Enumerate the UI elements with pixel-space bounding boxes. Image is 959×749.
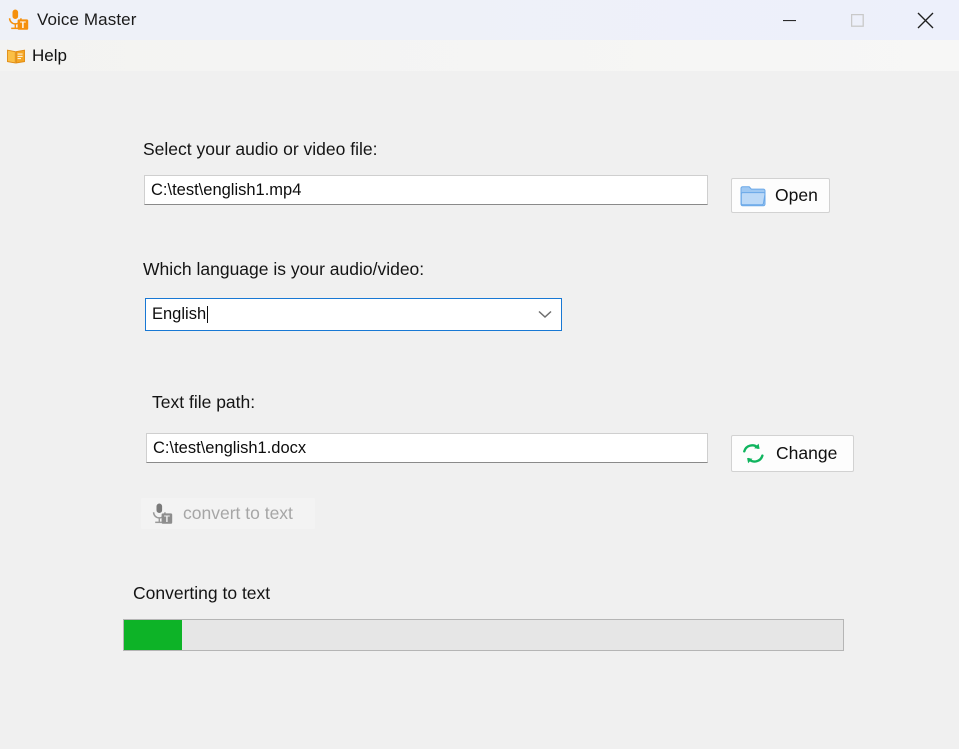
- menu-item-help[interactable]: Help: [0, 40, 75, 71]
- title-bar: T Voice Master: [0, 0, 959, 40]
- text-file-path-input[interactable]: [146, 433, 708, 463]
- convert-to-text-button[interactable]: T convert to text: [140, 497, 316, 530]
- open-button[interactable]: Open: [731, 178, 830, 213]
- close-button[interactable]: [891, 0, 959, 40]
- open-button-label: Open: [775, 185, 818, 206]
- menu-item-label: Help: [32, 46, 67, 66]
- window-title: Voice Master: [37, 10, 136, 30]
- change-button[interactable]: Change: [731, 435, 854, 472]
- language-select-value: English: [152, 305, 206, 324]
- file-path-input[interactable]: [144, 175, 708, 205]
- window-controls: [755, 0, 959, 40]
- svg-text:T: T: [164, 513, 170, 524]
- language-section-label: Which language is your audio/video:: [143, 259, 424, 280]
- microphone-text-icon: T: [149, 501, 175, 527]
- change-button-label: Change: [776, 443, 837, 464]
- progress-bar-fill: [124, 620, 182, 650]
- minimize-button[interactable]: [755, 0, 823, 40]
- conversion-progress-bar: [123, 619, 844, 651]
- textpath-section-label: Text file path:: [152, 392, 255, 413]
- refresh-icon: [740, 442, 767, 466]
- chevron-down-icon[interactable]: [538, 306, 552, 324]
- close-icon: [917, 12, 934, 29]
- maximize-icon: [851, 14, 864, 27]
- svg-text:T: T: [20, 20, 26, 31]
- book-icon: [6, 46, 26, 66]
- menu-bar: Help: [0, 40, 959, 71]
- convert-to-text-label: convert to text: [183, 503, 293, 524]
- text-cursor: [207, 306, 208, 323]
- file-section-label: Select your audio or video file:: [143, 139, 377, 160]
- progress-label: Converting to text: [133, 583, 270, 604]
- language-select[interactable]: English: [145, 298, 562, 331]
- microphone-text-icon: T: [5, 7, 31, 33]
- maximize-button[interactable]: [823, 0, 891, 40]
- folder-icon: [740, 185, 766, 207]
- minimize-icon: [783, 14, 796, 27]
